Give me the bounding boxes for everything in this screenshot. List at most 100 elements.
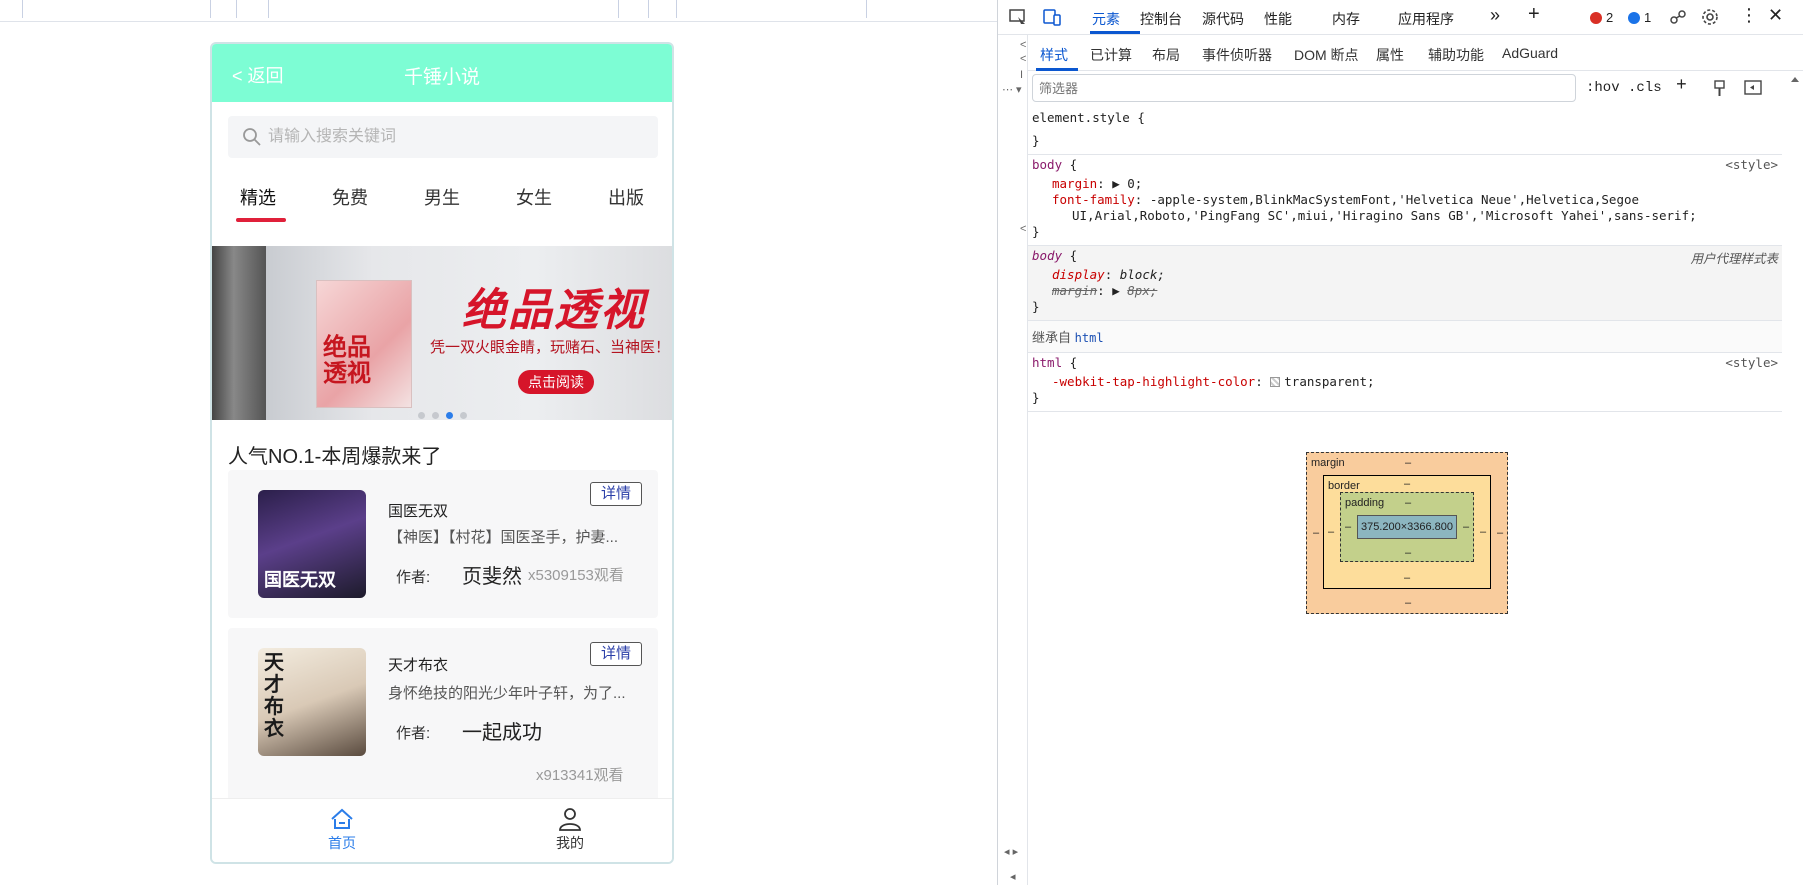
- inspect-element-icon[interactable]: [1008, 7, 1028, 27]
- margin-right-value[interactable]: –: [1497, 527, 1503, 539]
- box-model-padding[interactable]: padding – – – – 375.200×3366.800: [1340, 492, 1474, 562]
- banner-book-cover: 绝品透视: [316, 280, 412, 408]
- search-input[interactable]: [268, 122, 648, 152]
- carousel-dot[interactable]: [418, 412, 425, 419]
- subtab-styles[interactable]: 样式: [1040, 45, 1068, 65]
- rule-html-style[interactable]: html { <style> -webkit-tap-highlight-col…: [1028, 353, 1782, 412]
- book-card[interactable]: 国医无双 国医无双 【神医】【村花】国医圣手，护妻... 作者: 页斐然 x53…: [228, 470, 658, 618]
- margin-top-value[interactable]: –: [1405, 457, 1411, 469]
- tab-published[interactable]: 出版: [608, 184, 644, 210]
- error-count: 2: [1606, 10, 1614, 25]
- rule-element-style[interactable]: element.style { }: [1028, 108, 1782, 155]
- detail-button[interactable]: 详情: [590, 482, 642, 506]
- tab-performance[interactable]: 性能: [1264, 9, 1292, 29]
- tab-male[interactable]: 男生: [424, 184, 460, 210]
- promo-banner[interactable]: 绝品透视 绝品透视 凭一双火眼金睛，玩赌石、当神医！ 点击阅读: [212, 246, 672, 420]
- scroll-arrows-icon[interactable]: ◂ ▸: [1004, 845, 1018, 858]
- error-badge[interactable]: 2: [1590, 10, 1613, 25]
- info-badge[interactable]: 1: [1628, 10, 1651, 25]
- border-top-value[interactable]: –: [1404, 478, 1410, 490]
- padding-bottom-value[interactable]: –: [1405, 547, 1411, 559]
- tab-free[interactable]: 免费: [332, 184, 368, 210]
- color-swatch-icon[interactable]: [1270, 377, 1281, 387]
- tab-memory[interactable]: 内存: [1332, 9, 1360, 29]
- hov-toggle[interactable]: :hov: [1586, 80, 1620, 96]
- book-cover[interactable]: 天才布衣: [258, 648, 366, 756]
- view-count: x913341观看: [536, 767, 624, 784]
- device-toolbar-icon[interactable]: [1042, 7, 1062, 27]
- app-title: 千锤小说: [403, 67, 480, 88]
- styles-scrollbar[interactable]: [1787, 74, 1803, 885]
- more-options-icon[interactable]: ⋮: [1740, 5, 1758, 26]
- book-card[interactable]: 天才布衣 天才布衣 身怀绝技的阳光少年叶子轩，为了... 作者: 一起成功 x9…: [228, 628, 658, 804]
- detail-button[interactable]: 详情: [590, 642, 642, 666]
- border-left-value[interactable]: –: [1328, 526, 1334, 538]
- styles-filter-input[interactable]: [1032, 74, 1576, 102]
- banner-headline: 绝品透视: [462, 286, 646, 335]
- close-devtools-icon[interactable]: ✕: [1768, 5, 1783, 26]
- book-cover[interactable]: 国医无双: [258, 490, 366, 598]
- box-model-margin[interactable]: margin – – – – border – – – – padding – …: [1306, 452, 1508, 614]
- padding-top-value[interactable]: –: [1405, 497, 1411, 509]
- carousel-dot[interactable]: [432, 412, 439, 419]
- carousel-dot[interactable]: [460, 412, 467, 419]
- tab-female[interactable]: 女生: [516, 184, 552, 210]
- tab-sources[interactable]: 源代码: [1202, 9, 1244, 29]
- settings-gear-icon[interactable]: [1700, 7, 1720, 27]
- subtab-computed[interactable]: 已计算: [1090, 45, 1132, 65]
- tab-elements[interactable]: 元素: [1092, 9, 1120, 29]
- add-tab-icon[interactable]: +: [1528, 3, 1540, 26]
- scroll-left-icon[interactable]: ◂: [1010, 870, 1016, 883]
- style-source-link[interactable]: <style>: [1725, 355, 1778, 370]
- css-property-margin[interactable]: margin: ▶ 0;: [1032, 176, 1778, 192]
- border-bottom-value[interactable]: –: [1404, 572, 1410, 584]
- rule-body-user-agent[interactable]: body { 用户代理样式表 display: block; margin: ▶…: [1028, 246, 1782, 321]
- paint-brush-icon[interactable]: [1712, 80, 1728, 98]
- toggle-sidebar-icon[interactable]: [1744, 80, 1762, 96]
- category-tabs: 精选 免费 男生 女生 出版: [212, 172, 672, 232]
- more-tabs-icon[interactable]: »: [1490, 5, 1500, 26]
- padding-left-value[interactable]: –: [1345, 521, 1351, 533]
- subtab-properties[interactable]: 属性: [1376, 45, 1404, 65]
- banner-background-decoration: [212, 246, 266, 420]
- css-property-font-family[interactable]: font-family: -apple-system,BlinkMacSyste…: [1032, 192, 1778, 208]
- tab-featured[interactable]: 精选: [240, 184, 276, 210]
- rule-body-style[interactable]: body { <style> margin: ▶ 0; font-family:…: [1028, 155, 1782, 246]
- property-value: 8px;: [1127, 283, 1158, 298]
- property-value: block;: [1119, 267, 1165, 282]
- padding-right-value[interactable]: –: [1463, 521, 1469, 533]
- active-subtab-indicator: [1036, 68, 1078, 71]
- subtab-dom-breakpoints[interactable]: DOM 断点: [1294, 45, 1359, 65]
- network-conditions-icon[interactable]: [1668, 7, 1688, 27]
- tab-console[interactable]: 控制台: [1140, 9, 1182, 29]
- box-model-content-size[interactable]: 375.200×3366.800: [1357, 515, 1457, 539]
- search-bar[interactable]: [228, 116, 658, 158]
- inherited-element-link[interactable]: html: [1075, 331, 1104, 345]
- mobile-app-frame: < 返回 千锤小说 精选 免费 男生 女生 出版 绝品透视 绝品透视: [210, 42, 674, 864]
- border-right-value[interactable]: –: [1480, 526, 1486, 538]
- css-property-margin-overridden[interactable]: margin: ▶ 8px;: [1032, 283, 1778, 299]
- expand-icon[interactable]: ⋯ ▾: [1002, 83, 1022, 96]
- banner-read-button[interactable]: 点击阅读: [518, 370, 594, 394]
- subtab-layout[interactable]: 布局: [1152, 45, 1180, 65]
- margin-bottom-value[interactable]: –: [1405, 597, 1411, 609]
- rule-close-brace: }: [1032, 133, 1040, 148]
- box-model-border[interactable]: border – – – – padding – – – – 375.200×3…: [1323, 475, 1491, 589]
- styles-subtabs: 样式 已计算 布局 事件侦听器 DOM 断点 属性 辅助功能 AdGuard: [1028, 35, 1803, 71]
- tab-application[interactable]: 应用程序: [1398, 9, 1454, 29]
- elements-gutter: < < I ⋯ ▾ < ◂ ▸ ◂: [998, 35, 1028, 885]
- margin-left-value[interactable]: –: [1313, 527, 1319, 539]
- css-property-tap-highlight[interactable]: -webkit-tap-highlight-color: transparent…: [1032, 374, 1778, 390]
- nav-mine[interactable]: 我的: [540, 807, 600, 853]
- new-rule-icon[interactable]: +: [1676, 76, 1687, 96]
- cls-toggle[interactable]: .cls: [1628, 80, 1662, 96]
- screen: < 返回 千锤小说 精选 免费 男生 女生 出版 绝品透视 绝品透视: [0, 0, 1803, 885]
- inherited-label: 继承自: [1032, 330, 1072, 345]
- nav-home[interactable]: 首页: [312, 807, 372, 853]
- style-source-link[interactable]: <style>: [1725, 157, 1778, 172]
- css-property-display[interactable]: display: block;: [1032, 267, 1778, 283]
- subtab-accessibility[interactable]: 辅助功能: [1428, 45, 1484, 65]
- subtab-event-listeners[interactable]: 事件侦听器: [1202, 45, 1272, 65]
- subtab-adguard[interactable]: AdGuard: [1502, 45, 1558, 61]
- carousel-dot-active[interactable]: [446, 412, 453, 419]
